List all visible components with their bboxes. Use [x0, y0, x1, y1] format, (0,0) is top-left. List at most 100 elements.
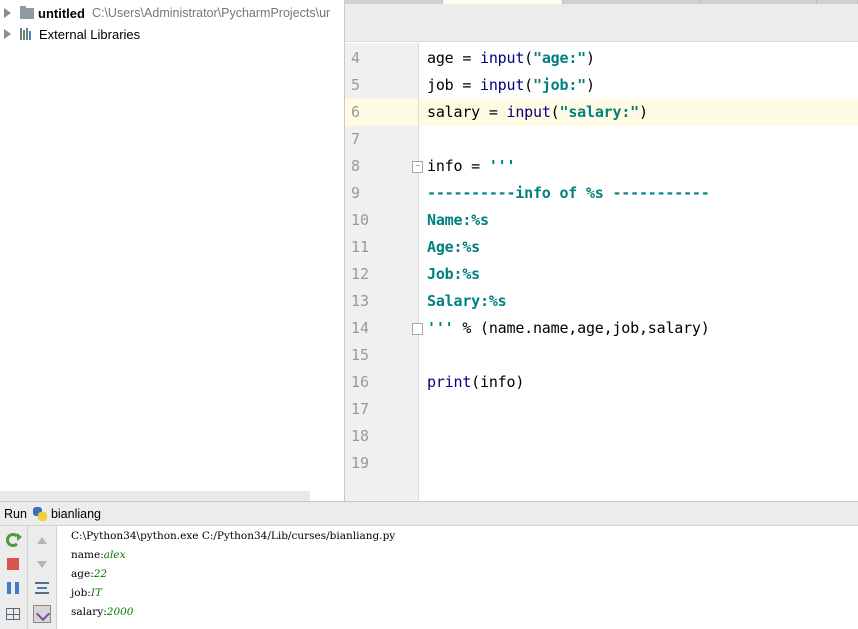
console-command: C:\Python34\python.exe C:/Python34/Lib/c… — [71, 530, 396, 542]
code-line[interactable]: 19 — [345, 450, 858, 477]
code-line[interactable]: 8 info = ''' — [345, 153, 858, 180]
code-line[interactable]: 12 Job:%s — [345, 261, 858, 288]
console-input: 22 — [93, 568, 108, 580]
code-token: Job:%s — [427, 265, 480, 283]
code-line[interactable]: 4 age = input("age:") — [345, 45, 858, 72]
code-line[interactable]: 16 print(info) — [345, 369, 858, 396]
code-line[interactable]: 18 — [345, 423, 858, 450]
code-line[interactable]: 5 job = input("job:") — [345, 72, 858, 99]
restore-layout-button[interactable] — [3, 604, 23, 624]
line-number: 13 — [345, 288, 419, 315]
code-line[interactable]: 17 — [345, 396, 858, 423]
console-prompt: name: — [71, 549, 104, 561]
editor-tab[interactable] — [817, 0, 858, 4]
tree-item-project-root[interactable]: untitled C:\Users\Administrator\PycharmP… — [0, 3, 344, 23]
folder-icon — [20, 5, 34, 19]
code-line[interactable]: 14 ''' % (name.name,age,job,salary) — [345, 315, 858, 342]
console-prompt: job: — [71, 587, 91, 599]
code-token: input — [480, 49, 525, 67]
pause-button[interactable] — [3, 578, 23, 598]
code-text[interactable]: Name:%s — [427, 207, 489, 234]
console-line: age:22 — [71, 565, 107, 584]
line-number: 6 — [345, 99, 419, 126]
code-token: ) — [586, 49, 595, 67]
line-number: 11 — [345, 234, 419, 261]
up-stack-button[interactable] — [32, 530, 52, 550]
tree-item-external-libraries[interactable]: External Libraries — [0, 24, 344, 44]
code-token: ) — [586, 76, 595, 94]
code-line[interactable]: 10 Name:%s — [345, 207, 858, 234]
code-line-current[interactable]: 6 salary = input("salary:") — [345, 99, 858, 126]
run-tab-label[interactable]: Run — [4, 507, 27, 521]
line-number: 4 — [345, 45, 419, 72]
run-toolbar-secondary — [28, 526, 57, 629]
code-line[interactable]: 7 — [345, 126, 858, 153]
line-number: 5 — [345, 72, 419, 99]
code-line[interactable]: 9 ----------info of %s ----------- — [345, 180, 858, 207]
line-number: 16 — [345, 369, 419, 396]
console-line: name:alex — [71, 546, 126, 565]
code-editor[interactable]: 4 age = input("age:") 5 job = input("job… — [345, 43, 858, 501]
code-text[interactable]: ''' % (name.name,age,job,salary) — [427, 315, 710, 342]
code-text[interactable]: Job:%s — [427, 261, 480, 288]
line-number: 7 — [345, 126, 419, 153]
code-token: "age:" — [533, 49, 586, 67]
code-token: ( — [550, 103, 560, 121]
code-token: = — [453, 49, 480, 67]
editor-tab[interactable] — [563, 0, 701, 4]
code-text[interactable]: print(info) — [427, 369, 524, 396]
code-text[interactable]: salary = input("salary:") — [427, 99, 648, 126]
code-text[interactable]: Age:%s — [427, 234, 480, 261]
fold-end-icon[interactable] — [412, 323, 423, 335]
layout-icon — [6, 608, 20, 620]
external-libraries-label: External Libraries — [39, 26, 141, 42]
code-text[interactable]: ----------info of %s ----------- — [427, 180, 710, 207]
console-input: alex — [103, 549, 126, 561]
code-token: ''' — [488, 157, 516, 175]
code-text[interactable]: job = input("job:") — [427, 72, 595, 99]
arrow-up-icon — [37, 536, 47, 544]
soft-wrap-button[interactable] — [32, 578, 52, 598]
pause-icon — [7, 582, 19, 594]
editor-tab[interactable] — [701, 0, 817, 4]
stop-icon — [7, 558, 19, 570]
code-token: ) — [638, 103, 648, 121]
down-stack-button[interactable] — [32, 554, 52, 574]
stop-button[interactable] — [3, 554, 23, 574]
code-text[interactable]: info = ''' — [427, 153, 516, 180]
run-console-output[interactable]: C:\Python34\python.exe C:/Python34/Lib/c… — [57, 526, 858, 629]
fold-collapse-icon[interactable] — [412, 161, 423, 173]
code-line[interactable]: 15 — [345, 342, 858, 369]
code-token: "job:" — [533, 76, 586, 94]
line-number: 12 — [345, 261, 419, 288]
project-panel: untitled C:\Users\Administrator\PycharmP… — [0, 0, 344, 501]
code-token: input — [480, 76, 525, 94]
code-token: % (name.name,age,job,salary) — [453, 319, 710, 337]
line-number: 10 — [345, 207, 419, 234]
code-token: print — [427, 373, 472, 391]
editor-tab[interactable] — [345, 0, 443, 4]
code-token: Salary:%s — [427, 292, 507, 310]
code-token: Age:%s — [427, 238, 480, 256]
editor-tab-active[interactable] — [443, 0, 563, 4]
python-icon — [32, 506, 47, 521]
code-line[interactable]: 11 Age:%s — [345, 234, 858, 261]
expand-arrow-icon[interactable] — [4, 29, 11, 39]
code-token: salary — [427, 103, 480, 121]
project-name: untitled — [38, 5, 85, 21]
expand-arrow-icon[interactable] — [4, 8, 11, 18]
run-config-name[interactable]: bianliang — [51, 507, 101, 521]
code-token: info — [427, 157, 463, 175]
code-token: info — [480, 373, 516, 391]
arrow-down-icon — [37, 560, 47, 568]
code-token: job — [427, 76, 454, 94]
scroll-to-end-button[interactable] — [32, 604, 52, 624]
code-text[interactable]: age = input("age:") — [427, 45, 595, 72]
line-number: 9 — [345, 180, 419, 207]
code-text[interactable]: Salary:%s — [427, 288, 507, 315]
rerun-button[interactable] — [3, 530, 23, 550]
code-line[interactable]: 13 Salary:%s — [345, 288, 858, 315]
project-horizontal-scrollbar[interactable] — [0, 491, 310, 501]
line-number: 15 — [345, 342, 419, 369]
line-number: 8 — [345, 153, 419, 180]
